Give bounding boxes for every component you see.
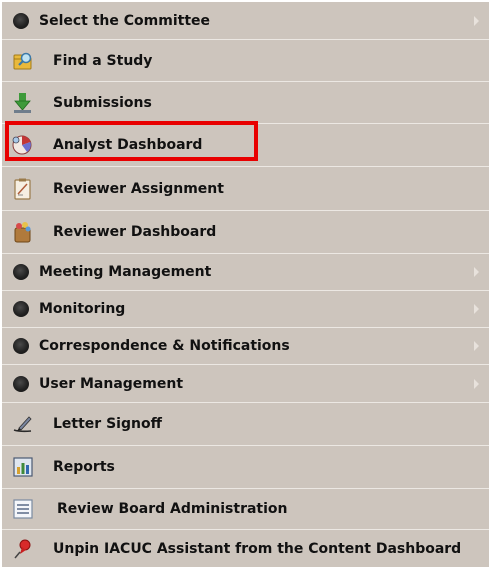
menu-item-unpin-assistant[interactable]: Unpin IACUC Assistant from the Content D… [2, 530, 489, 567]
bullet-icon [13, 375, 29, 392]
menu-item-label: Unpin IACUC Assistant from the Content D… [53, 540, 462, 557]
menu-item-meeting-management[interactable]: Meeting Management [2, 254, 489, 291]
menu-item-letter-signoff[interactable]: Letter Signoff [2, 403, 489, 446]
submenu-arrow-icon [474, 304, 479, 314]
menu-item-submissions[interactable]: Submissions [2, 82, 489, 124]
reports-icon [13, 457, 33, 477]
menu-item-label: Review Board Administration [57, 501, 288, 517]
bullet-icon [13, 264, 29, 280]
submenu-arrow-icon [474, 378, 479, 389]
menu-item-reports[interactable]: Reports [2, 446, 489, 489]
menu-item-label: Submissions [53, 94, 152, 111]
menu-item-select-committee[interactable]: Select the Committee [2, 2, 489, 40]
letter-signoff-icon [13, 416, 32, 433]
submissions-icon [14, 92, 31, 113]
menu-item-label: Letter Signoff [53, 416, 162, 432]
review-board-icon [13, 499, 33, 519]
bullet-icon [13, 338, 29, 354]
menu-item-label: User Management [39, 375, 184, 392]
submenu-arrow-icon [474, 341, 479, 351]
menu-item-label: Find a Study [53, 52, 153, 69]
menu-item-user-management[interactable]: User Management [2, 365, 489, 403]
find-study-icon [13, 52, 32, 69]
menu-item-review-board-administration[interactable]: Review Board Administration [2, 489, 489, 530]
bullet-icon [13, 12, 29, 29]
navigation-menu: Select the Committee Find a Study Submis… [2, 2, 489, 567]
menu-item-reviewer-assignment[interactable]: Reviewer Assignment [2, 167, 489, 211]
menu-item-label: Meeting Management [39, 264, 212, 280]
pushpin-icon [14, 539, 31, 558]
menu-item-label: Correspondence & Notifications [39, 338, 290, 354]
menu-item-label: Reports [53, 459, 115, 475]
reviewer-dashboard-icon [14, 222, 31, 243]
menu-item-analyst-dashboard[interactable]: Analyst Dashboard [2, 124, 489, 167]
menu-item-label: Monitoring [39, 301, 126, 317]
bullet-icon [13, 301, 29, 317]
menu-item-find-study[interactable]: Find a Study [2, 40, 489, 82]
menu-item-label: Analyst Dashboard [53, 137, 203, 153]
reviewer-assignment-icon [14, 178, 31, 200]
menu-item-label: Reviewer Dashboard [53, 224, 217, 240]
menu-item-label: Reviewer Assignment [53, 180, 224, 197]
menu-item-monitoring[interactable]: Monitoring [2, 291, 489, 328]
submenu-arrow-icon [474, 267, 479, 277]
menu-item-correspondence-notifications[interactable]: Correspondence & Notifications [2, 328, 489, 365]
menu-item-reviewer-dashboard[interactable]: Reviewer Dashboard [2, 211, 489, 254]
submenu-arrow-icon [474, 15, 479, 26]
analyst-dashboard-icon [12, 135, 32, 155]
menu-item-label: Select the Committee [39, 12, 211, 29]
